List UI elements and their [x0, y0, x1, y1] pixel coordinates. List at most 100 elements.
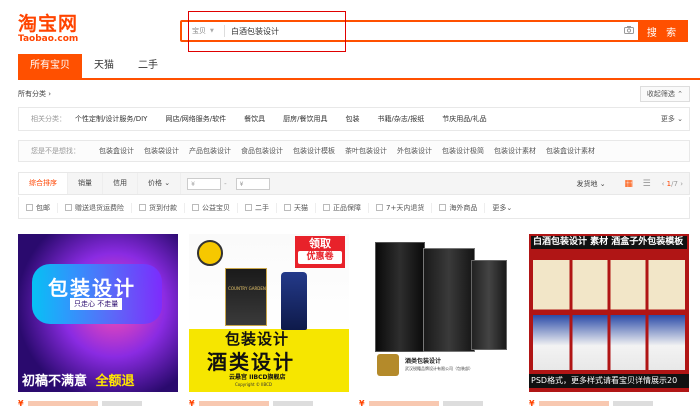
- product-card[interactable]: 包装设计 只走心 不走量 初稿不满意 全额退: [18, 234, 178, 392]
- price-max-input[interactable]: ¥: [235, 177, 270, 190]
- sort-credit[interactable]: 信用: [103, 173, 138, 194]
- all-categories-link[interactable]: 所有分类 ›: [18, 89, 51, 99]
- filter-free-shipping[interactable]: 包邮: [19, 202, 58, 213]
- filter-label: 正品保障: [333, 203, 361, 212]
- related-item[interactable]: 餐饮具: [244, 114, 265, 124]
- suggestion-item[interactable]: 包装设计模板: [293, 146, 335, 156]
- sort-sales[interactable]: 销量: [68, 173, 103, 194]
- filter-secondhand[interactable]: 二手: [238, 202, 277, 213]
- product-title: 包装设计: [48, 276, 136, 300]
- product-card[interactable]: 领取 优惠卷 COUNTRY GARDEN 包装设计 酒类设计 云悬宫 IIBC…: [189, 234, 349, 392]
- breadcrumb: 所有分类 › 收起筛选 ⌃: [18, 86, 690, 102]
- logo-cn: 淘宝网: [18, 13, 79, 35]
- brand-label: COUNTRY GARDEN: [228, 286, 266, 291]
- all-categories-label: 所有分类: [18, 90, 46, 98]
- filter-tmall[interactable]: 天猫: [277, 202, 316, 213]
- product-price: ¥: [529, 398, 535, 408]
- price-placeholder: [198, 400, 269, 406]
- suggestion-item[interactable]: 外包装设计: [397, 146, 432, 156]
- product-price-row: ¥: [529, 398, 689, 408]
- product-footer: PSD格式，更多样式请看宝贝详情展示20: [529, 374, 689, 388]
- checkbox-icon: [323, 204, 330, 211]
- sort-price[interactable]: 价格 ⌄: [138, 173, 182, 194]
- grid-view-icon[interactable]: ▦: [620, 179, 638, 189]
- pager: ‹ 1/7 ›: [656, 180, 689, 188]
- checkbox-icon: [26, 204, 33, 211]
- search-category-select[interactable]: 宝贝 ▼: [182, 26, 224, 36]
- checkbox-icon: [65, 204, 72, 211]
- chevron-down-icon: ⌄: [506, 203, 513, 212]
- related-label: 相关分类：: [31, 115, 66, 123]
- eagle-icon: [197, 240, 223, 266]
- sales-placeholder: [442, 400, 483, 406]
- price-placeholder: [368, 400, 439, 406]
- logo-en: Taobao.com: [18, 34, 79, 44]
- filter-cod[interactable]: 货到付款: [132, 202, 185, 213]
- tab-secondhand[interactable]: 二手: [126, 54, 170, 78]
- list-view-icon[interactable]: ☰: [638, 179, 656, 189]
- search-button[interactable]: 搜 索: [638, 20, 688, 42]
- related-more-button[interactable]: 更多 ⌄: [661, 114, 689, 124]
- filter-label: 7+天内退货: [386, 203, 425, 212]
- product-card[interactable]: 白酒包装设计 素材 酒盒子外包装模板 PSD格式，更多样式请看宝贝详情展示20: [529, 234, 689, 392]
- suggestion-item[interactable]: 包装盒设计: [99, 146, 134, 156]
- suggestion-item[interactable]: 茶叶包装设计: [345, 146, 387, 156]
- suggestion-item[interactable]: 产品包装设计: [189, 146, 231, 156]
- filter-label: 二手: [255, 203, 269, 212]
- checkbox-icon: [439, 204, 447, 211]
- coupon-line1: 领取: [309, 237, 331, 250]
- related-item[interactable]: 厨房/餐饮用具: [283, 114, 327, 124]
- filter-charity[interactable]: 公益宝贝: [185, 202, 238, 213]
- filter-overseas[interactable]: 海外商品: [432, 202, 486, 213]
- ship-from-select[interactable]: 发货地 ⌄: [577, 179, 620, 189]
- suggestion-item[interactable]: 包装设计极简: [442, 146, 484, 156]
- filter-genuine[interactable]: 正品保障: [316, 202, 369, 213]
- suggestion-item[interactable]: 包装袋设计: [144, 146, 179, 156]
- tab-all[interactable]: 所有宝贝: [18, 54, 82, 78]
- product-price-row: ¥: [359, 398, 519, 408]
- filter-7day-return[interactable]: 7+天内退货: [369, 202, 433, 213]
- related-item[interactable]: 节庆用品/礼品: [442, 114, 486, 124]
- chevron-down-icon: ▼: [210, 28, 214, 34]
- camera-icon[interactable]: [620, 25, 638, 37]
- product-price: ¥: [359, 398, 365, 408]
- shop-name: 云悬宫 IIBCD旗舰店: [229, 374, 286, 381]
- checkbox-icon: [245, 204, 252, 211]
- tab-tmall[interactable]: 天猫: [82, 54, 126, 78]
- checkbox-icon: [376, 204, 383, 211]
- related-item[interactable]: 个性定制/设计服务/DIY: [75, 114, 147, 124]
- prev-page-icon[interactable]: ‹: [662, 180, 665, 188]
- price-placeholder: [538, 400, 609, 406]
- fold-filter-button[interactable]: 收起筛选 ⌃: [639, 86, 690, 102]
- suggestion-item[interactable]: 包装盒设计素材: [546, 146, 595, 156]
- related-item[interactable]: 网店/网络服务/软件: [165, 114, 226, 124]
- sort-bar: 综合排序 销量 信用 价格 ⌄ ¥ - ¥ 发货地 ⌄ ▦ ☰ ‹ 1/7 ›: [18, 172, 690, 195]
- related-item[interactable]: 书籍/杂志/报纸: [378, 114, 425, 124]
- filter-return-insurance[interactable]: 赠送退货运费险: [58, 202, 132, 213]
- product-slogan: 初稿不满意 全额退: [22, 370, 135, 389]
- product-card[interactable]: 酒类包装设计 武汉锐籍品牌设计有限公司（包装部）: [359, 234, 519, 392]
- checkbox-filters: 包邮 赠送退货运费险 货到付款 公益宝贝 二手 天猫 正品保障 7+天内退货 海…: [18, 197, 690, 219]
- suggestion-item[interactable]: 包装设计素材: [494, 146, 536, 156]
- filter-label: 包邮: [36, 203, 50, 212]
- checkbox-icon: [139, 204, 146, 211]
- product-subtitle: 只走心 不走量: [70, 298, 123, 310]
- chevron-right-icon: ›: [48, 90, 52, 98]
- wine-box-front: [423, 248, 475, 352]
- company-name: 武汉锐籍品牌设计有限公司（包装部）: [405, 366, 473, 371]
- taobao-logo[interactable]: 淘宝网 Taobao.com: [18, 14, 78, 45]
- search-input[interactable]: [225, 23, 620, 39]
- copyright-text: Copyright © IIBCD: [235, 382, 272, 387]
- fold-filter-label: 收起筛选: [646, 90, 675, 98]
- product-image: [533, 260, 685, 370]
- wine-bottle: [281, 272, 307, 330]
- filter-more-button[interactable]: 更多 ⌄: [485, 203, 519, 213]
- related-item[interactable]: 包装: [346, 114, 360, 124]
- sales-placeholder: [101, 400, 142, 406]
- next-page-icon[interactable]: ›: [680, 180, 683, 188]
- price-min-input[interactable]: ¥: [187, 177, 222, 190]
- sort-default[interactable]: 综合排序: [19, 173, 68, 194]
- product-title: 白酒包装设计 素材 酒盒子外包装模板: [531, 236, 687, 249]
- slogan-highlight: 全额退: [95, 374, 135, 389]
- suggestion-item[interactable]: 食品包装设计: [241, 146, 283, 156]
